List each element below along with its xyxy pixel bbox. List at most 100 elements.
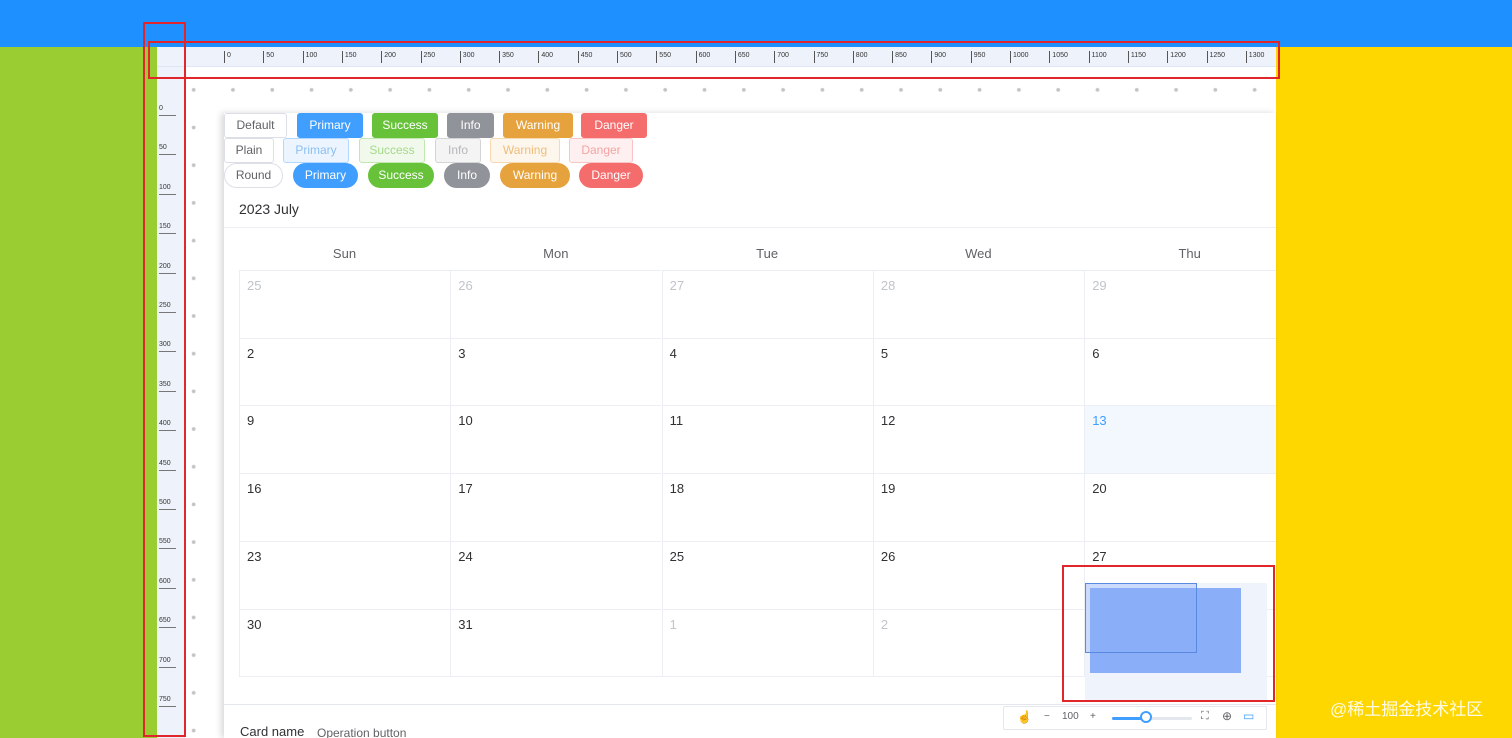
monitor-icon[interactable]: ▭: [1243, 709, 1254, 723]
calendar-day-number: 6: [1092, 345, 1100, 361]
calendar-day-number: 26: [458, 278, 473, 293]
default-default-button[interactable]: Default: [224, 113, 287, 138]
calendar-day-cell[interactable]: 30: [239, 608, 450, 677]
plain-warning-button[interactable]: Warning: [490, 138, 560, 163]
round-info-button[interactable]: Info: [444, 163, 490, 188]
calendar-day-number: 20: [1092, 481, 1107, 497]
calendar-day-cell[interactable]: 10: [450, 405, 662, 474]
plain-primary-button[interactable]: Primary: [283, 138, 349, 163]
calendar-day-number: 17: [458, 481, 473, 497]
plain-default-button[interactable]: Plain: [224, 138, 274, 163]
card-divider: [224, 704, 1276, 705]
calendar-day-number: 26: [880, 548, 896, 564]
default-info-button[interactable]: Info: [447, 113, 494, 138]
default-danger-button[interactable]: Danger: [581, 113, 647, 138]
top-panel-band: [0, 0, 1512, 47]
calendar-day-number: 27: [1092, 548, 1107, 564]
default-warning-button[interactable]: Warning: [503, 113, 573, 138]
round-danger-button[interactable]: Danger: [579, 163, 643, 188]
calendar-day-cell[interactable]: 31: [450, 608, 662, 677]
calendar-day-number: 5: [880, 345, 889, 361]
calendar-day-number: 11: [669, 413, 684, 429]
plain-success-button[interactable]: Success: [359, 138, 425, 163]
calendar-day-cell[interactable]: 28: [872, 270, 1084, 338]
weekday-thu: Thu: [1178, 246, 1201, 261]
horizontal-ruler-highlight: [148, 41, 1280, 79]
calendar-day-number: 28: [880, 278, 896, 293]
round-warning-button[interactable]: Warning: [500, 163, 570, 188]
locate-icon[interactable]: ⊕: [1222, 709, 1232, 723]
calendar-day-cell[interactable]: 11: [661, 405, 873, 474]
calendar-day-cell[interactable]: 4: [661, 337, 873, 406]
calendar-day-number: 2: [880, 616, 889, 632]
weekday-sun: Sun: [332, 246, 357, 261]
calendar-day-cell[interactable]: 2: [239, 337, 450, 406]
canvas-toolbar: ☝ − 100 + ⛶ ⊕ ▭: [1003, 706, 1267, 730]
calendar-day-number: 10: [458, 413, 473, 429]
calendar-day-cell[interactable]: 20: [1084, 473, 1276, 542]
calendar-day-cell[interactable]: 19: [872, 473, 1084, 542]
watermark: @稀土掘金技术社区: [1330, 700, 1484, 719]
calendar-day-number: 29: [1092, 278, 1107, 293]
minimap-highlight: [1062, 565, 1275, 702]
weekday-wed: Wed: [965, 246, 992, 261]
calendar-day-number: 4: [669, 345, 677, 361]
calendar-day-number: 30: [247, 616, 262, 632]
calendar-day-cell[interactable]: 25: [661, 540, 873, 609]
calendar-day-cell[interactable]: 5: [872, 337, 1084, 406]
calendar-day-number: 13: [1092, 413, 1107, 429]
calendar-day-cell[interactable]: 18: [661, 473, 873, 542]
calendar-day-cell[interactable]: 6: [1084, 337, 1276, 406]
calendar-day-cell[interactable]: 26: [872, 540, 1084, 609]
calendar-day-cell[interactable]: 23: [239, 540, 450, 609]
calendar-day-cell[interactable]: 25: [239, 270, 450, 338]
calendar-day-number: 25: [669, 548, 685, 564]
calendar-day-number: 12: [880, 413, 896, 429]
calendar-title: 2023 July: [239, 201, 299, 217]
calendar-day-cell[interactable]: 9: [239, 405, 450, 474]
calendar-day-number: 9: [247, 413, 255, 429]
calendar-day-number: 1: [669, 616, 677, 632]
calendar-day-cell[interactable]: 12: [872, 405, 1084, 474]
card-operation-button[interactable]: Operation button: [317, 726, 406, 738]
card-name: Card name: [240, 724, 305, 738]
calendar-day-cell[interactable]: 26: [450, 270, 662, 338]
weekday-mon: Mon: [543, 246, 569, 261]
zoom-value: 100: [1062, 711, 1079, 722]
calendar-day-number: 16: [247, 481, 262, 497]
calendar-day-number: 19: [880, 481, 896, 497]
calendar-day-cell[interactable]: 27: [661, 270, 873, 338]
round-default-button[interactable]: Round: [224, 163, 283, 188]
zoom-out-button[interactable]: −: [1044, 711, 1050, 722]
calendar-day-cell[interactable]: 29: [1084, 270, 1276, 338]
calendar-day-number: 23: [247, 548, 262, 564]
left-panel-band: [0, 47, 157, 738]
round-primary-button[interactable]: Primary: [293, 163, 358, 188]
calendar-day-number: 25: [247, 278, 262, 293]
calendar-day-number: 3: [458, 345, 466, 361]
calendar-day-cell[interactable]: 24: [450, 540, 662, 609]
calendar-day-cell[interactable]: 13: [1084, 405, 1276, 474]
calendar-day-number: 31: [458, 616, 473, 632]
calendar-day-number: 27: [669, 278, 685, 293]
zoom-in-button[interactable]: +: [1090, 711, 1096, 722]
calendar-day-cell[interactable]: 17: [450, 473, 662, 542]
calendar-day-cell[interactable]: 2: [872, 608, 1084, 677]
zoom-slider-handle[interactable]: [1140, 711, 1152, 723]
round-success-button[interactable]: Success: [368, 163, 434, 188]
weekday-tue: Tue: [756, 246, 779, 261]
hand-icon[interactable]: ☝: [1017, 710, 1032, 724]
plain-danger-button[interactable]: Danger: [569, 138, 633, 163]
calendar-header-divider: [224, 227, 1276, 228]
plain-info-button[interactable]: Info: [435, 138, 481, 163]
calendar-day-cell[interactable]: 16: [239, 473, 450, 542]
calendar-day-number: 2: [247, 345, 255, 361]
vertical-ruler-highlight: [143, 22, 186, 737]
calendar-day-number: 18: [669, 481, 685, 497]
default-success-button[interactable]: Success: [372, 113, 438, 138]
default-primary-button[interactable]: Primary: [297, 113, 363, 138]
calendar-day-cell[interactable]: 3: [450, 337, 662, 406]
calendar-day-cell[interactable]: 1: [661, 608, 873, 677]
right-panel-band: [1276, 47, 1512, 738]
fullscreen-icon[interactable]: ⛶: [1201, 710, 1209, 723]
